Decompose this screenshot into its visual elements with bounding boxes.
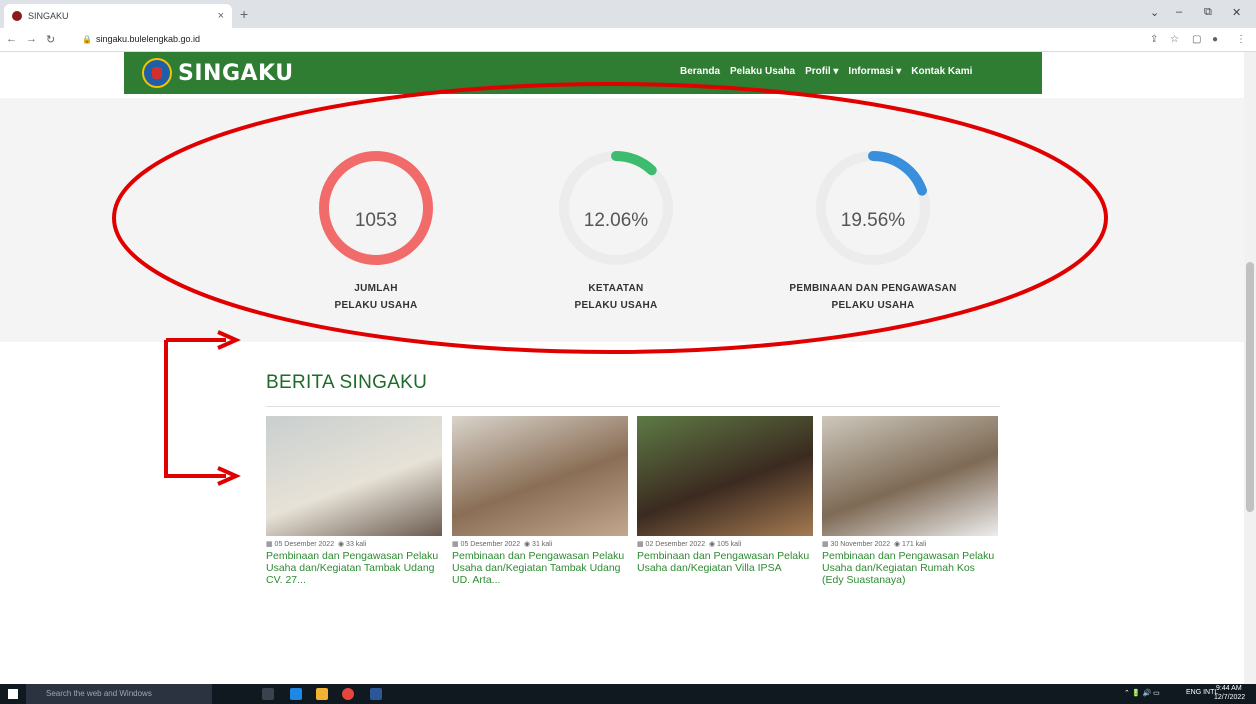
screenshot-root: SINGAKU × + ⌄ – ⧉ ✕ ← → ↻ 🔒 singaku.bulel… <box>0 0 1256 704</box>
news-date: ▦ 30 November 2022 <box>822 541 891 548</box>
menu-item-informasi[interactable]: Informasi ▾ <box>848 66 901 77</box>
page-scrollbar[interactable] <box>1244 52 1256 684</box>
stat-ring <box>816 151 930 265</box>
task-view-icon[interactable] <box>262 688 274 700</box>
stat-ring <box>319 151 433 265</box>
lock-icon: 🔒 <box>82 35 92 44</box>
browser-address-bar: ← → ↻ 🔒 singaku.bulelengkab.go.id ⇪ ☆ ▢ ●… <box>0 28 1256 52</box>
stat-label-line2: PELAKU USAHA <box>574 300 658 311</box>
menu-kebab-icon[interactable]: ⋮ <box>1236 34 1246 45</box>
file-explorer-icon[interactable] <box>316 688 328 700</box>
news-title-link[interactable]: Pembinaan dan Pengawasan Pelaku Usaha da… <box>637 550 813 574</box>
tab-search-icon[interactable]: ⌄ <box>1150 6 1159 19</box>
annotation-bracket <box>164 340 226 478</box>
site-logo[interactable]: SINGAKU <box>142 58 294 88</box>
news-title-link[interactable]: Pembinaan dan Pengawasan Pelaku Usaha da… <box>822 550 998 586</box>
bookmark-star-icon[interactable]: ☆ <box>1170 34 1179 45</box>
stat-label-line1: KETAATAN <box>588 283 644 294</box>
clock-time[interactable]: 9:44 AM <box>1216 685 1242 692</box>
stat-label: KETAATAN PELAKU USAHA <box>496 280 736 314</box>
url-text: singaku.bulelengkab.go.id <box>95 34 201 44</box>
news-title-link[interactable]: Pembinaan dan Pengawasan Pelaku Usaha da… <box>452 550 628 586</box>
reload-icon[interactable]: ↻ <box>46 33 55 46</box>
stat-label: JUMLAH PELAKU USAHA <box>256 280 496 314</box>
logo-text: SINGAKU <box>178 60 294 86</box>
menu-item-pelaku-usaha[interactable]: Pelaku Usaha <box>730 66 795 77</box>
news-thumbnail[interactable] <box>637 416 813 536</box>
profile-icon[interactable]: ● <box>1212 34 1218 45</box>
stat-label: PEMBINAAN DAN PENGAWASAN PELAKU USAHA <box>740 280 1006 314</box>
scrollbar-thumb[interactable] <box>1246 262 1254 512</box>
news-views: ◉ 33 kali <box>338 541 367 548</box>
edge-icon[interactable] <box>290 688 302 700</box>
new-tab-button[interactable]: + <box>240 6 248 22</box>
menu-item-kontak-kami[interactable]: Kontak Kami <box>911 66 972 77</box>
sidepanel-icon[interactable]: ▢ <box>1192 34 1201 45</box>
browser-tab-bar: SINGAKU × + ⌄ – ⧉ ✕ <box>0 0 1256 28</box>
stat-label-line2: PELAKU USAHA <box>831 300 915 311</box>
tab-close-icon[interactable]: × <box>218 10 224 22</box>
news-card[interactable]: ▦ 05 Desember 2022 ◉ 31 kali Pembinaan d… <box>452 416 628 586</box>
url-field[interactable]: 🔒 singaku.bulelengkab.go.id <box>82 34 200 44</box>
minimize-button[interactable]: – <box>1176 6 1182 18</box>
stat-ring <box>559 151 673 265</box>
maximize-button[interactable]: ⧉ <box>1204 6 1212 19</box>
news-thumbnail[interactable] <box>452 416 628 536</box>
word-icon[interactable] <box>370 688 382 700</box>
news-thumbnail[interactable] <box>266 416 442 536</box>
stat-value: 1053 <box>354 210 398 231</box>
clock-date[interactable]: 12/7/2022 <box>1214 694 1245 701</box>
windows-start-icon[interactable] <box>8 689 18 699</box>
stats-section: 1053 JUMLAH PELAKU USAHA 12.06% KETAATAN… <box>0 98 1244 342</box>
news-section-title: BERITA SINGAKU <box>266 372 428 393</box>
news-meta: ▦ 30 November 2022 ◉ 171 kali <box>822 540 998 548</box>
news-card[interactable]: ▦ 02 Desember 2022 ◉ 105 kali Pembinaan … <box>637 416 813 574</box>
menu-item-profil[interactable]: Profil ▾ <box>805 66 838 77</box>
web-page: SINGAKU Beranda Pelaku Usaha Profil ▾ In… <box>0 52 1244 684</box>
news-thumbnail[interactable] <box>822 416 998 536</box>
news-card[interactable]: ▦ 05 Desember 2022 ◉ 33 kali Pembinaan d… <box>266 416 442 586</box>
site-favicon-icon <box>12 11 22 21</box>
back-icon[interactable]: ← <box>6 33 17 45</box>
browser-tab[interactable]: SINGAKU × <box>4 4 232 28</box>
news-title-link[interactable]: Pembinaan dan Pengawasan Pelaku Usaha da… <box>266 550 442 586</box>
taskbar-search-box[interactable]: Search the web and Windows <box>26 684 212 704</box>
news-views: ◉ 105 kali <box>709 541 742 548</box>
close-window-button[interactable]: ✕ <box>1232 6 1241 19</box>
menu-item-beranda[interactable]: Beranda <box>680 66 720 77</box>
stat-label-line1: JUMLAH <box>354 283 398 294</box>
stat-value: 12.06% <box>583 210 649 231</box>
news-date: ▦ 05 Desember 2022 <box>452 541 521 548</box>
news-views: ◉ 31 kali <box>524 541 553 548</box>
forward-icon[interactable]: → <box>26 33 37 45</box>
stat-label-line1: PEMBINAAN DAN PENGAWASAN <box>789 283 957 294</box>
share-icon[interactable]: ⇪ <box>1150 34 1158 45</box>
annotation-arrow-bottom-head <box>217 466 241 486</box>
news-card[interactable]: ▦ 30 November 2022 ◉ 171 kali Pembinaan … <box>822 416 998 586</box>
stat-jumlah-pelaku-usaha: 1053 JUMLAH PELAKU USAHA <box>256 148 496 314</box>
news-date: ▦ 02 Desember 2022 <box>637 541 706 548</box>
stat-pembinaan-pengawasan: 19.56% PEMBINAAN DAN PENGAWASAN PELAKU U… <box>740 148 1006 314</box>
main-menu: Beranda Pelaku Usaha Profil ▾ Informasi … <box>680 66 972 77</box>
logo-emblem-icon <box>142 58 172 88</box>
tab-title: SINGAKU <box>28 11 69 21</box>
news-meta: ▦ 05 Desember 2022 ◉ 33 kali <box>266 540 442 548</box>
stat-value: 19.56% <box>840 210 906 231</box>
news-views: ◉ 171 kali <box>894 541 927 548</box>
taskbar: Search the web and Windows ⌃ 🔋 🔊 ▭ ENG I… <box>0 684 1256 704</box>
news-meta: ▦ 02 Desember 2022 ◉ 105 kali <box>637 540 813 548</box>
news-date: ▦ 05 Desember 2022 <box>266 541 335 548</box>
chrome-icon[interactable] <box>342 688 354 700</box>
stat-label-line2: PELAKU USAHA <box>334 300 418 311</box>
tray-icons[interactable]: ⌃ 🔋 🔊 ▭ <box>1124 689 1160 697</box>
news-meta: ▦ 05 Desember 2022 ◉ 31 kali <box>452 540 628 548</box>
divider <box>266 406 1000 407</box>
stat-ketaatan-pelaku-usaha: 12.06% KETAATAN PELAKU USAHA <box>496 148 736 314</box>
